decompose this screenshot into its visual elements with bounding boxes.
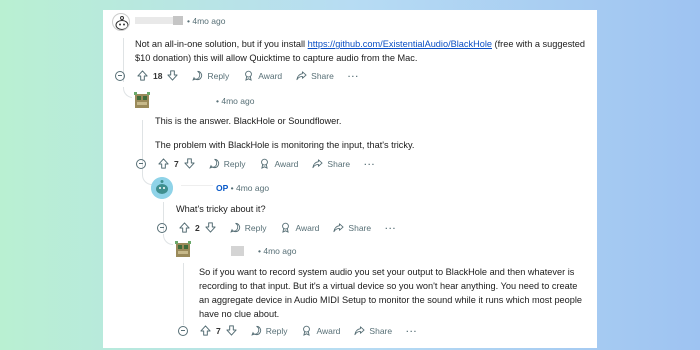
comment-timestamp: • 4mo ago: [258, 246, 297, 256]
upvote-icon[interactable]: [137, 70, 148, 81]
comment-meta: OP • 4mo ago: [216, 183, 269, 193]
comment-thread-card: • 4mo ago Not an all-in-one solution, bu…: [103, 10, 597, 348]
share-button[interactable]: Share: [354, 325, 392, 336]
award-label: Award: [295, 222, 320, 233]
award-icon: [245, 70, 253, 81]
vote-control: 7: [158, 158, 195, 169]
collapse-button[interactable]: [115, 70, 125, 81]
comment-body: What's tricky about it?: [176, 202, 586, 216]
share-button[interactable]: Share: [333, 222, 371, 233]
redacted-username[interactable]: [135, 17, 173, 24]
reply-button[interactable]: Reply: [192, 70, 229, 81]
redacted-username: [173, 16, 183, 25]
comment-timestamp: • 4mo ago: [187, 16, 226, 26]
downvote-icon[interactable]: [167, 70, 179, 81]
reply-label: Reply: [244, 222, 267, 233]
share-icon: [312, 159, 323, 169]
downvote-icon[interactable]: [184, 158, 195, 169]
reply-button[interactable]: Reply: [230, 222, 267, 233]
action-bar: 7 Reply Award Share ···: [178, 325, 418, 336]
share-icon: [296, 71, 307, 81]
pixel-avatar-icon: [173, 240, 193, 260]
action-bar: 7 Reply Award Share ···: [136, 158, 376, 169]
comment-text: So if you want to record system audio yo…: [199, 267, 583, 319]
award-icon: [261, 158, 269, 169]
award-label: Award: [316, 325, 341, 336]
comment-text: This is the answer. BlackHole or Soundfl…: [155, 116, 342, 126]
reply-icon: [230, 222, 240, 233]
comment-body: Not an all-in-one solution, but if you i…: [135, 37, 590, 65]
award-button[interactable]: Award: [243, 70, 282, 81]
vote-control: 18: [137, 70, 179, 81]
reply-label: Reply: [207, 70, 230, 81]
op-badge: OP: [216, 183, 229, 193]
reply-icon: [209, 158, 219, 169]
award-icon: [303, 325, 311, 336]
comment-timestamp: • 4mo ago: [216, 96, 255, 106]
comment-timestamp: • 4mo ago: [230, 183, 270, 193]
share-label: Share: [311, 70, 334, 81]
reply-label: Reply: [223, 158, 246, 169]
avatar[interactable]: [132, 91, 152, 111]
vote-control: 7: [200, 325, 237, 336]
reply-label: Reply: [265, 325, 288, 336]
vote-count: 18: [153, 70, 163, 81]
share-button[interactable]: Share: [312, 158, 350, 169]
award-label: Award: [258, 70, 283, 81]
collapse-button[interactable]: [136, 158, 146, 169]
more-options-icon[interactable]: ···: [348, 71, 360, 81]
collapse-button[interactable]: [178, 325, 188, 336]
share-label: Share: [348, 222, 372, 233]
comment-text: The problem with BlackHole is monitoring…: [155, 140, 415, 150]
snoo-avatar-icon: [115, 16, 129, 30]
thread-line[interactable]: [183, 263, 184, 325]
award-button[interactable]: Award: [259, 158, 298, 169]
comment-text: What's tricky about it?: [176, 204, 266, 214]
share-icon: [354, 326, 365, 336]
action-bar: 2 Reply Award Share ···: [157, 222, 397, 233]
vote-count: 2: [195, 222, 200, 233]
comment-body: So if you want to record system audio yo…: [199, 265, 584, 321]
share-button[interactable]: Share: [296, 70, 334, 81]
reply-button[interactable]: Reply: [209, 158, 246, 169]
upvote-icon[interactable]: [200, 325, 211, 336]
vote-count: 7: [216, 325, 221, 336]
vote-control: 2: [179, 222, 216, 233]
avatar[interactable]: [151, 177, 173, 199]
pixel-avatar-icon: [132, 91, 152, 111]
blackhole-link[interactable]: https://github.com/ExistentialAudio/Blac…: [308, 39, 492, 49]
more-options-icon[interactable]: ···: [406, 326, 418, 336]
upvote-icon[interactable]: [179, 222, 190, 233]
more-options-icon[interactable]: ···: [385, 223, 397, 233]
reply-button[interactable]: Reply: [251, 325, 288, 336]
snoo-avatar-icon: [151, 177, 173, 199]
award-button[interactable]: Award: [301, 325, 340, 336]
share-icon: [333, 223, 344, 233]
share-label: Share: [327, 158, 351, 169]
award-icon: [282, 222, 290, 233]
reply-icon: [192, 70, 203, 81]
award-button[interactable]: Award: [280, 222, 319, 233]
downvote-icon[interactable]: [226, 325, 237, 336]
action-bar: 18 Reply Award Share ···: [115, 70, 359, 81]
vote-count: 7: [174, 158, 179, 169]
comment-body: This is the answer. BlackHole or Soundfl…: [155, 114, 585, 152]
collapse-button[interactable]: [157, 222, 167, 233]
more-options-icon[interactable]: ···: [364, 159, 376, 169]
redacted-username[interactable]: [181, 185, 213, 192]
comment-text: Not an all-in-one solution, but if you i…: [135, 39, 308, 49]
award-label: Award: [274, 158, 299, 169]
reply-icon: [251, 325, 261, 336]
downvote-icon[interactable]: [205, 222, 216, 233]
share-label: Share: [369, 325, 393, 336]
avatar[interactable]: [173, 240, 193, 260]
redacted-username[interactable]: [231, 246, 244, 256]
upvote-icon[interactable]: [158, 158, 169, 169]
avatar[interactable]: [112, 13, 130, 31]
